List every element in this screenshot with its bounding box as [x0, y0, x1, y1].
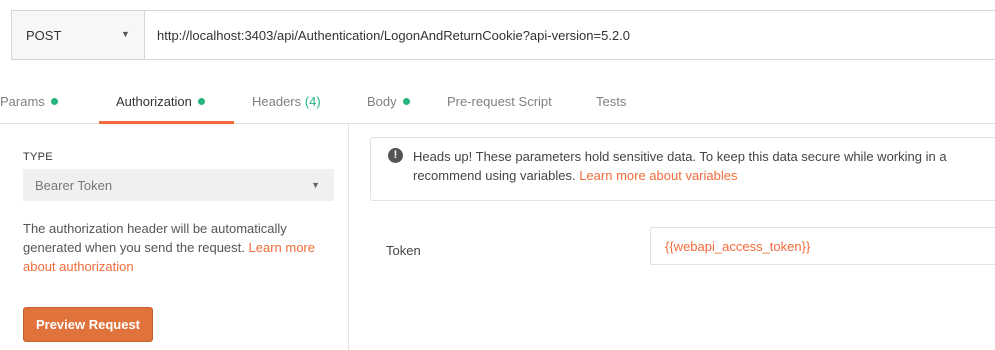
- notice-text: Heads up! These parameters hold sensitiv…: [413, 147, 995, 185]
- token-input[interactable]: [650, 227, 995, 265]
- tab-tests-label: Tests: [596, 94, 627, 109]
- status-dot-icon: [402, 98, 410, 105]
- auth-description: The authorization header will be automat…: [23, 219, 333, 276]
- preview-request-button[interactable]: Preview Request: [23, 307, 153, 342]
- auth-type-heading: TYPE: [23, 151, 53, 163]
- tab-authorization-label: Authorization: [116, 94, 192, 109]
- url-input[interactable]: [145, 11, 995, 59]
- token-label: Token: [386, 243, 421, 258]
- request-tabs: Params Authorization Headers (4) Body Pr…: [0, 76, 995, 124]
- tab-pre-request-script-label: Pre-request Script: [447, 94, 552, 109]
- status-dot-icon: [197, 98, 205, 105]
- caret-down-icon: ▼: [311, 180, 320, 190]
- postman-request-editor: POST ▼ Params Authorization Headers (4) …: [0, 0, 995, 350]
- sensitive-data-notice: ! Heads up! These parameters hold sensit…: [370, 137, 995, 201]
- tab-authorization[interactable]: Authorization: [116, 94, 205, 109]
- tab-params[interactable]: Params: [0, 94, 58, 109]
- caret-down-icon: ▼: [121, 29, 130, 39]
- tab-body-label: Body: [367, 94, 397, 109]
- learn-more-variables-link[interactable]: Learn more about variables: [579, 168, 737, 183]
- tab-body[interactable]: Body: [367, 94, 410, 109]
- http-method-label: POST: [26, 27, 62, 43]
- tab-params-label: Params: [0, 94, 45, 109]
- tab-tests[interactable]: Tests: [596, 94, 626, 109]
- request-url-bar: POST ▼: [11, 10, 995, 60]
- tab-headers-label: Headers: [252, 94, 302, 109]
- notice-line-2: recommend using variables.: [413, 168, 580, 183]
- tab-headers[interactable]: Headers (4): [252, 94, 321, 109]
- tab-headers-count: (4): [304, 94, 321, 109]
- status-dot-icon: [50, 98, 58, 105]
- notice-line-1: Heads up! These parameters hold sensitiv…: [413, 149, 947, 164]
- auth-description-text: The authorization header will be automat…: [23, 221, 287, 255]
- auth-type-panel: TYPE Bearer Token ▼ The authorization he…: [0, 124, 349, 350]
- tab-pre-request-script[interactable]: Pre-request Script: [447, 94, 552, 109]
- info-icon: !: [388, 148, 403, 163]
- auth-type-value: Bearer Token: [35, 177, 113, 193]
- auth-type-select[interactable]: Bearer Token ▼: [23, 169, 334, 201]
- http-method-dropdown[interactable]: POST ▼: [12, 11, 145, 59]
